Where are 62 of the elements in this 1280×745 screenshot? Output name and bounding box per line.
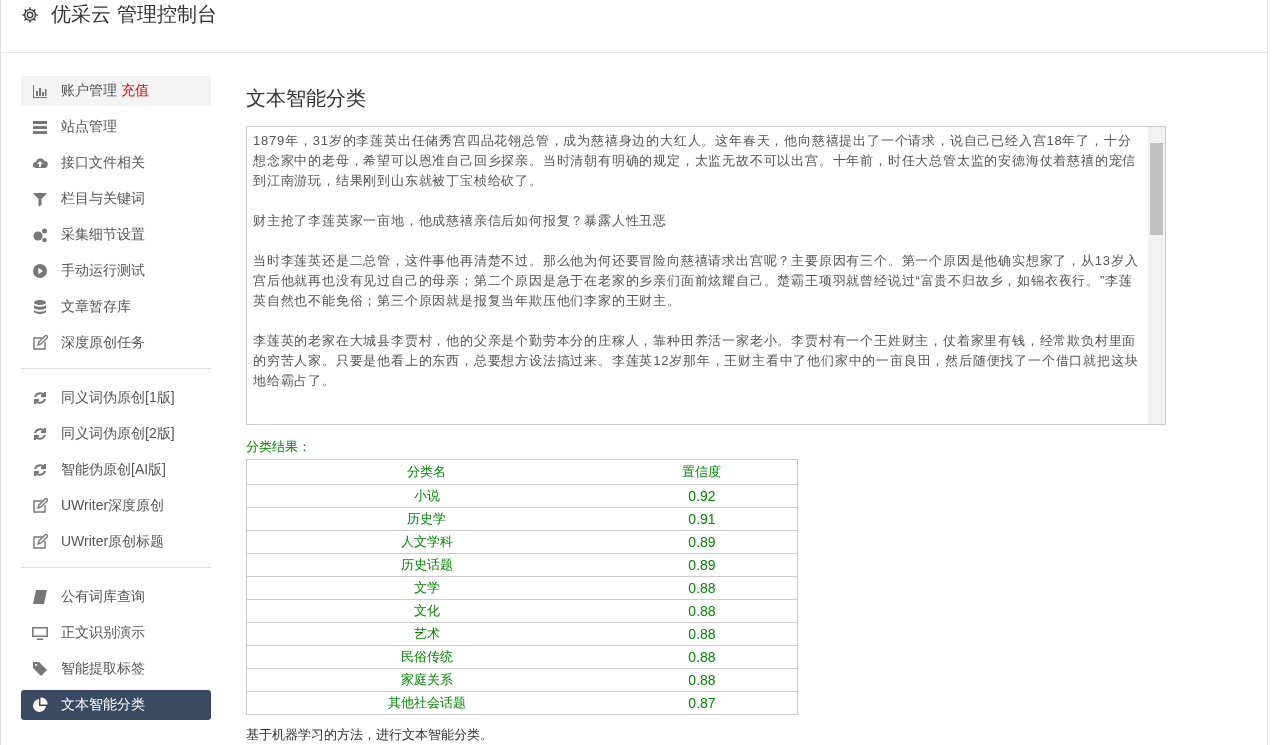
column-header: 分类名 [246, 459, 607, 485]
table-cell: 0.88 [606, 668, 798, 692]
result-label: 分类结果： [246, 438, 312, 456]
pie-chart-icon [32, 697, 48, 713]
sidebar-item[interactable]: 采集细节设置 [21, 220, 211, 250]
monitor-icon [32, 625, 48, 641]
table-cell: 0.88 [606, 576, 798, 600]
table-cell: 0.91 [606, 507, 798, 531]
text-area[interactable]: 1879年，31岁的李莲英出任储秀宫四品花翎总管，成为慈禧身边的大红人。这年春天，他向慈禧提出了一个请求，说自己已经入宫18年了，十分想念家中的老母，希望可以恩准自己回乡探亲。当时清朝有明确的规定，太监无故不可以出宫。十年前，时任大总管太监的安德海仗着慈禧的宠信到江南游玩，结果刚到山东就被丁宝桢给砍了。 财主抢了李莲英家一亩地，他成慈禧亲信后如何报复？暴露人性丑恶 当时李莲英还是二总管，这件事他再清楚不过。那么他为何还要冒险向慈禧请求出宫呢？主要原因有三个。第一个原因是他确实想家了，从13岁入宫后他就再也没有见过自己的母亲；第二个原因是急于在老家的乡亲们面前炫耀自己。楚霸王项羽就曾经说过“富贵不归故乡，如锦衣夜行。”李莲英自然也不能免俗；第三个原因就是报复当年欺压他们李家的王财主。 李莲英的老家在大城县李贾村，他的父亲是个勤劳本分的庄稼人，靠种田养活一家老小。李贾村有一个王姓财主，仗着家里有钱，经常欺负村里面的穷苦人家。只要是他看上的东西，总要想方设法搞过来。李莲英12岁那年，王财主看中了他们家中的一亩良田，然后随便找了一个借口就把这块地给霸占了。 [246, 126, 1166, 425]
description-text: 基于机器学习的方法，进行文本智能分类。 [246, 726, 494, 744]
sidebar-item[interactable]: 账户管理 充值 [21, 76, 211, 106]
table-cell: 文学 [246, 576, 607, 600]
edit-icon [32, 335, 48, 351]
refresh-icon [32, 390, 48, 406]
sidebar-item[interactable]: UWriter原创标题 [21, 527, 211, 557]
table-cell: 0.88 [606, 645, 798, 669]
table-cell: 文化 [246, 599, 607, 623]
table-cell: 其他社会话题 [246, 691, 607, 715]
sidebar-item[interactable]: 公有词库查询 [21, 582, 211, 612]
sidebar-item[interactable]: 站点管理 [21, 112, 211, 142]
sidebar-item[interactable]: 手动运行测试 [21, 256, 211, 286]
table-cell: 历史学 [246, 507, 607, 531]
sidebar-item[interactable]: 同义词伪原创[1版] [21, 383, 211, 413]
table-cell: 历史话题 [246, 553, 607, 577]
tag-icon [32, 661, 48, 677]
table-cell: 0.92 [606, 484, 798, 508]
play-icon [32, 263, 48, 279]
sidebar-item[interactable]: 深度原创任务 [21, 328, 211, 358]
sidebar-item[interactable]: 文本智能分类 [21, 690, 211, 720]
table-cell: 0.88 [606, 599, 798, 623]
refresh-icon [32, 462, 48, 478]
page-title: 优采云 管理控制台 [51, 4, 217, 24]
table-cell: 0.87 [606, 691, 798, 715]
sidebar-item[interactable]: UWriter深度原创 [21, 491, 211, 521]
database-icon [32, 299, 48, 315]
table-cell: 艺术 [246, 622, 607, 646]
recharge-link[interactable]: 充值 [121, 82, 149, 100]
settings-icon [21, 6, 39, 24]
bar-chart-icon [32, 83, 48, 99]
filter-icon [32, 191, 48, 207]
table-cell: 小说 [246, 484, 607, 508]
scrollbar[interactable] [1148, 127, 1165, 424]
section-title: 文本智能分类 [246, 86, 367, 111]
sidebar-item[interactable]: 智能伪原创[AI版] [21, 455, 211, 485]
table-cell: 0.89 [606, 553, 798, 577]
table-cell: 0.89 [606, 530, 798, 554]
table-cell: 民俗传统 [246, 645, 607, 669]
refresh-icon [32, 426, 48, 442]
edit-icon [32, 534, 48, 550]
sidebar-item[interactable]: 正文识别演示 [21, 618, 211, 648]
sidebar-item[interactable]: 同义词伪原创[2版] [21, 419, 211, 449]
sidebar-item[interactable]: 栏目与关键词 [21, 184, 211, 214]
column-header: 置信度 [606, 459, 798, 485]
table-cell: 人文学科 [246, 530, 607, 554]
sidebar-item[interactable]: 智能提取标签 [21, 654, 211, 684]
cloud-upload-icon [32, 155, 48, 171]
table-cell: 0.88 [606, 622, 798, 646]
server-icon [32, 119, 48, 135]
sidebar-item[interactable]: 接口文件相关 [21, 148, 211, 178]
sidebar-item[interactable]: 文章暂存库 [21, 292, 211, 322]
table-cell: 家庭关系 [246, 668, 607, 692]
edit-icon [32, 498, 48, 514]
